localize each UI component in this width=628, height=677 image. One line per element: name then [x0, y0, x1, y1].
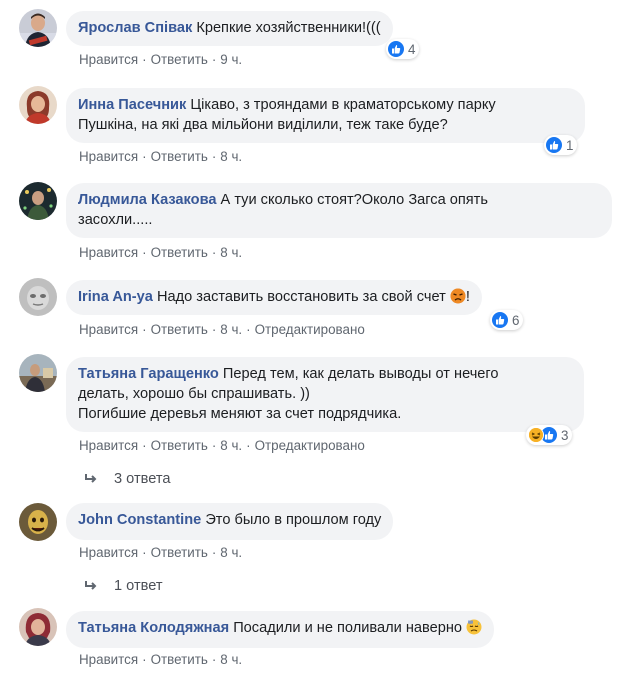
comment-actions: Нравится · Ответить · 8 ч. — [79, 652, 242, 668]
comment-actions: Нравится · Ответить · 8 ч. · Отредактировано — [79, 322, 365, 338]
comment-text: Перед тем, как делать выводы от нечего — [222, 366, 499, 382]
reply-link[interactable]: Ответить — [151, 322, 208, 337]
timestamp[interactable]: 8 ч. — [220, 438, 242, 453]
separator: · — [211, 322, 217, 337]
comment-author[interactable]: Инна Пасечник — [78, 97, 186, 113]
separator: · — [211, 149, 217, 164]
comment-text: Пушкіна, на які два мільйони виділили, т… — [78, 117, 448, 133]
separator: · — [142, 545, 147, 560]
comment-actions: Нравится · Ответить · 9 ч. — [79, 52, 242, 68]
separator: · — [142, 438, 147, 453]
comment-text: Цікаво, з трояндами в краматорському пар… — [190, 97, 496, 113]
haha-icon — [528, 427, 544, 443]
separator: · — [211, 438, 217, 453]
comment-actions: Нравится · Ответить · 8 ч. — [79, 545, 242, 561]
like-icon — [388, 41, 404, 57]
comment-bubble: Татьяна Гаращенко Перед тем, как делать … — [66, 357, 584, 432]
reply-link[interactable]: Ответить — [151, 52, 208, 67]
comment-actions: Нравится · Ответить · 8 ч. · Отредактировано — [79, 438, 365, 454]
reaction-count: 6 — [512, 312, 520, 328]
reaction-summary[interactable]: 3 — [526, 425, 573, 445]
reply-link[interactable]: Ответить — [151, 545, 208, 560]
comment-bubble: Ярослав Співак Крепкие хозяйственники!((… — [66, 11, 393, 46]
reply-link[interactable]: Ответить — [151, 438, 208, 453]
comment-author[interactable]: Татьяна Колодяжная — [78, 620, 229, 636]
separator: · — [142, 245, 147, 260]
like-link[interactable]: Нравится — [79, 245, 138, 260]
comment-text: Посадили и не поливали наверно — [233, 620, 462, 636]
comment-text: Погибшие деревья меняют за счет подрядчи… — [78, 406, 402, 422]
comment-author[interactable]: Ярослав Співак — [78, 20, 192, 36]
comment-bubble: Людмила Казакова А туи сколько стоят?Око… — [66, 183, 612, 238]
comment-text: Надо заставить восстановить за свой счет — [156, 289, 446, 305]
timestamp[interactable]: 8 ч. — [220, 322, 242, 337]
reply-link[interactable]: Ответить — [151, 652, 208, 667]
like-link[interactable]: Нравится — [79, 149, 138, 164]
separator: · — [142, 149, 147, 164]
view-replies-link[interactable]: 1 ответ — [84, 578, 163, 594]
reply-link[interactable]: Ответить — [151, 245, 208, 260]
like-link[interactable]: Нравится — [79, 438, 138, 453]
avatar[interactable] — [19, 608, 57, 646]
separator: · — [142, 52, 147, 67]
view-replies-label[interactable]: 1 ответ — [114, 578, 163, 594]
timestamp[interactable]: 8 ч. — [220, 545, 242, 560]
like-icon — [492, 312, 508, 328]
reply-arrow-icon — [84, 580, 104, 592]
like-link[interactable]: Нравится — [79, 322, 138, 337]
like-link[interactable]: Нравится — [79, 652, 138, 667]
separator: · — [211, 545, 217, 560]
edited-label[interactable]: Отредактировано — [255, 438, 365, 453]
reaction-summary[interactable]: 1 — [544, 135, 578, 155]
separator: · — [211, 245, 217, 260]
avatar[interactable] — [19, 182, 57, 220]
separator: · — [246, 322, 251, 337]
avatar[interactable] — [19, 503, 57, 541]
comment-text: Крепкие хозяйственники!((( — [196, 20, 381, 36]
comment-actions: Нравится · Ответить · 8 ч. — [79, 149, 242, 165]
reaction-count: 3 — [561, 427, 569, 443]
timestamp[interactable]: 8 ч. — [220, 149, 242, 164]
separator: · — [211, 652, 217, 667]
comment-author[interactable]: Irina An-ya — [78, 289, 153, 305]
comment-text: Это было в прошлом году — [205, 512, 382, 528]
reaction-count: 1 — [566, 137, 574, 153]
separator: · — [142, 652, 147, 667]
avatar[interactable] — [19, 9, 57, 47]
comment-text: делать, хорошо бы спрашивать. )) — [78, 386, 310, 402]
view-replies-link[interactable]: 3 ответа — [84, 471, 171, 487]
comment-actions: Нравится · Ответить · 8 ч. — [79, 245, 242, 261]
view-replies-label[interactable]: 3 ответа — [114, 471, 171, 487]
reaction-summary[interactable]: 4 — [386, 39, 420, 59]
angry-face-icon — [450, 288, 466, 304]
separator: · — [246, 438, 251, 453]
timestamp[interactable]: 8 ч. — [220, 652, 242, 667]
separator: · — [142, 322, 147, 337]
like-icon — [546, 137, 562, 153]
sad-sweat-face-icon — [466, 619, 482, 635]
comment-author[interactable]: Людмила Казакова — [78, 192, 216, 208]
avatar[interactable] — [19, 86, 57, 124]
avatar[interactable] — [19, 354, 57, 392]
reaction-summary[interactable]: 6 — [490, 310, 524, 330]
comment-text: засохли..... — [78, 212, 153, 228]
timestamp[interactable]: 9 ч. — [220, 52, 242, 67]
reaction-count: 4 — [408, 41, 416, 57]
comment-text: А туи сколько стоят?Около Загса опять — [220, 192, 488, 208]
comment-text-end: ! — [465, 289, 470, 305]
comment-bubble: Irina An-ya Надо заставить восстановить … — [66, 280, 482, 315]
like-link[interactable]: Нравится — [79, 545, 138, 560]
comment-bubble: Инна Пасечник Цікаво, з трояндами в крам… — [66, 88, 585, 143]
avatar[interactable] — [19, 278, 57, 316]
like-link[interactable]: Нравится — [79, 52, 138, 67]
comment-bubble: John Constantine Это было в прошлом году — [66, 503, 394, 540]
edited-label[interactable]: Отредактировано — [255, 322, 365, 337]
comment-author[interactable]: Татьяна Гаращенко — [78, 366, 219, 382]
comment-bubble: Татьяна Колодяжная Посадили и не поливал… — [66, 611, 495, 648]
separator: · — [211, 52, 217, 67]
reply-link[interactable]: Ответить — [151, 149, 208, 164]
comment-author[interactable]: John Constantine — [78, 512, 201, 528]
timestamp[interactable]: 8 ч. — [220, 245, 242, 260]
reply-arrow-icon — [84, 473, 104, 485]
